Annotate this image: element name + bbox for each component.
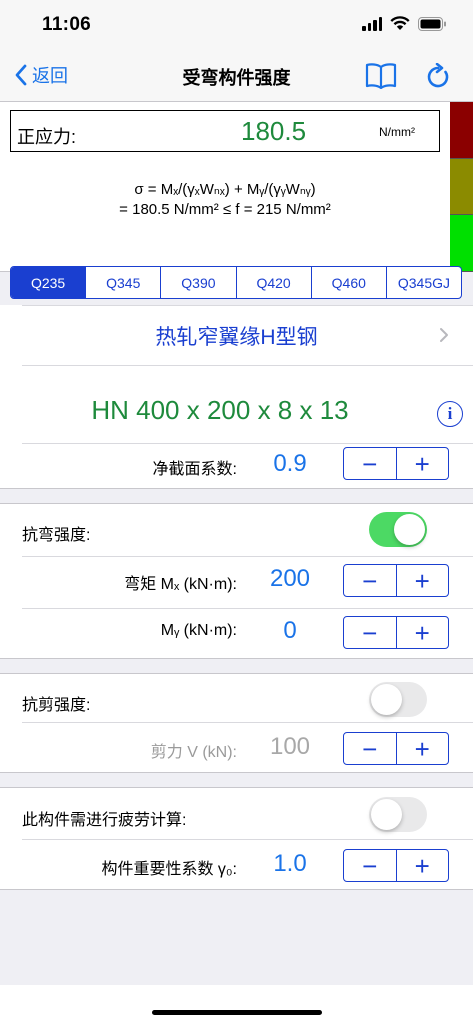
section-type-row[interactable]: 热轧窄翼缘H型钢 [0,305,473,365]
cellular-signal-icon [362,16,382,31]
grade-q390[interactable]: Q390 [161,267,237,298]
bending-strength-toggle[interactable] [369,512,427,547]
importance-coef-label: 构件重要性系数 γ₀: [101,861,237,878]
chevron-right-icon [440,328,448,342]
bending-strength-group: 抗弯强度: 弯矩 Mₓ (kN·m): 200 − + Mᵧ (kN·m): 0… [0,503,473,659]
grade-q345[interactable]: Q345 [86,267,162,298]
row-divider [22,608,473,609]
page-title: 受弯构件强度 [182,68,291,88]
info-icon[interactable]: i [437,401,463,427]
section-type-label: 热轧窄翼缘H型钢 [155,326,318,349]
grade-q460[interactable]: Q460 [312,267,387,298]
status-bar: 11:06 [0,0,473,50]
grade-q235[interactable]: Q235 [11,267,87,298]
net-coef-stepper: − + [343,447,449,480]
my-label: Mᵧ (kN·m): [160,622,237,639]
formula-line-1: σ = Mₓ/(γₓWₙₓ) + Mᵧ/(γᵧWₙᵧ) [134,181,316,198]
mx-minus-button[interactable]: − [344,565,397,596]
indicator-green [450,215,473,272]
my-minus-button[interactable]: − [344,617,397,648]
net-coef-value: 0.9 [273,450,307,477]
fatigue-toggle[interactable] [369,797,427,832]
toggle-knob [371,684,402,715]
mx-value: 200 [269,565,311,592]
shear-strength-group: 抗剪强度: 剪力 V (kN): 100 − + [0,673,473,773]
importance-coef-value: 1.0 [273,850,307,877]
wifi-icon [390,16,410,31]
mx-label: 弯矩 Mₓ (kN·m): [124,576,237,593]
row-divider [22,722,473,723]
shear-v-plus-button[interactable]: + [397,733,449,764]
refresh-icon[interactable] [426,62,450,94]
importance-minus-button[interactable]: − [344,850,397,881]
toggle-knob [371,799,402,830]
battery-icon [418,16,447,31]
mx-stepper: − + [343,564,449,597]
stress-result-box: 正应力: 180.5 N/mm² [10,110,440,152]
fatigue-label: 此构件需进行疲劳计算: [22,812,187,829]
net-coef-plus-button[interactable]: + [397,448,449,479]
shear-v-stepper: − + [343,732,449,765]
my-plus-button[interactable]: + [397,617,449,648]
row-divider [22,556,473,557]
shear-v-minus-button[interactable]: − [344,733,397,764]
net-coef-label: 净截面系数: [152,461,237,478]
my-stepper: − + [343,616,449,649]
shear-strength-label: 抗剪强度: [22,697,91,714]
app-screen: 11:06 返回 受弯构件强度 正应力: 180.5 N/mm² σ = Mₓ/… [0,0,473,1024]
shear-v-value: 100 [269,733,311,760]
bottom-safe-area [0,985,473,1024]
grade-q345gj[interactable]: Q345GJ [387,267,461,298]
grade-q420[interactable]: Q420 [237,267,312,298]
toggle-knob [394,514,425,545]
profile-label[interactable]: HN 400 x 200 x 8 x 13 [0,395,440,426]
formula-line-2: = 180.5 N/mm² ≤ f = 215 N/mm² [119,201,331,218]
result-panel: 正应力: 180.5 N/mm² σ = Mₓ/(γₓWₙₓ) + Mᵧ/(γᵧ… [0,102,473,272]
stress-value: 180.5 [241,116,307,146]
navigation-bar: 返回 受弯构件强度 [0,50,473,102]
importance-coef-stepper: − + [343,849,449,882]
row-divider [22,839,473,840]
home-indicator[interactable] [152,1010,322,1015]
status-icons [362,16,447,31]
row-divider [22,365,473,366]
row-divider [22,443,473,444]
indicator-olive [450,158,473,216]
section-group: 热轧窄翼缘H型钢 HN 400 x 200 x 8 x 13 i 净截面系数: … [0,305,473,489]
book-icon[interactable] [365,61,397,94]
importance-plus-button[interactable]: + [397,850,449,881]
fatigue-group: 此构件需进行疲劳计算: 构件重要性系数 γ₀: 1.0 − + [0,787,473,890]
indicator-red [450,102,473,159]
net-coef-minus-button[interactable]: − [344,448,397,479]
steel-grade-segmented-control: Q235 Q345 Q390 Q420 Q460 Q345GJ [10,266,462,299]
stress-level-indicator [450,102,473,272]
bending-strength-label: 抗弯强度: [22,527,91,544]
stress-unit: N/mm² [379,125,415,139]
my-value: 0 [283,617,297,644]
status-time: 11:06 [42,14,92,35]
shear-strength-toggle[interactable] [369,682,427,717]
mx-plus-button[interactable]: + [397,565,449,596]
stress-label: 正应力: [17,127,77,147]
shear-v-label: 剪力 V (kN): [150,744,237,761]
